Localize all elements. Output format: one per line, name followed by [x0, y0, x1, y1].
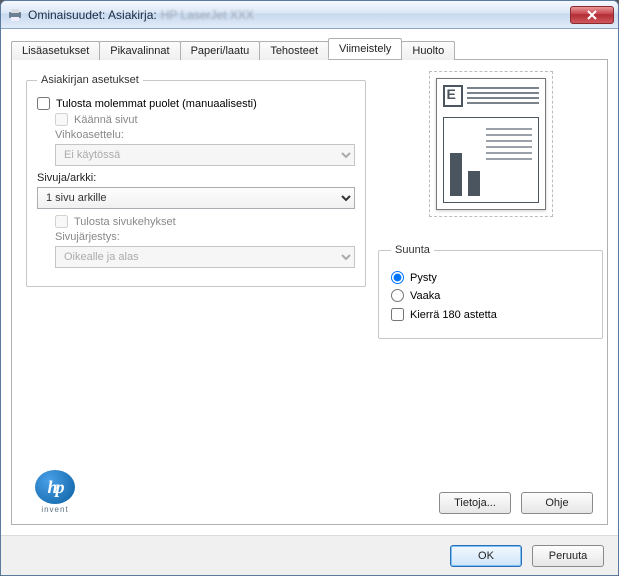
- orientation-portrait-row[interactable]: Pysty: [391, 271, 590, 284]
- rotate-180-label: Kierrä 180 astetta: [410, 309, 497, 321]
- dialog-window: Ominaisuudet: Asiakirja: HP LaserJet XXX…: [0, 0, 619, 576]
- preview-logo-icon: E: [443, 85, 463, 107]
- booklet-layout-label: Vihkoasettelu:: [55, 129, 355, 141]
- tab-lisaasetukset[interactable]: Lisäasetukset: [11, 41, 100, 60]
- print-both-sides-label: Tulosta molemmat puolet (manuaalisesti): [56, 98, 257, 110]
- orientation-group: Suunta Pysty Vaaka Kierrä 180 astetta: [378, 244, 603, 339]
- tab-pikavalinnat[interactable]: Pikavalinnat: [99, 41, 180, 60]
- tab-panel-viimeistely: Asiakirjan asetukset Tulosta molemmat pu…: [11, 59, 608, 525]
- document-settings-group: Asiakirjan asetukset Tulosta molemmat pu…: [26, 74, 366, 287]
- hp-invent-text: invent: [41, 505, 68, 514]
- orientation-legend: Suunta: [391, 244, 434, 256]
- page-preview: E: [436, 78, 546, 210]
- tab-paperi-laatu[interactable]: Paperi/laatu: [180, 41, 261, 60]
- rotate-180-checkbox[interactable]: [391, 308, 404, 321]
- print-page-borders-checkbox: [55, 215, 68, 228]
- print-page-borders-row: Tulosta sivukehykset: [55, 215, 355, 228]
- print-both-sides-row[interactable]: Tulosta molemmat puolet (manuaalisesti): [37, 97, 355, 110]
- printer-icon: [7, 7, 23, 23]
- orientation-landscape-label: Vaaka: [410, 290, 440, 302]
- hp-logo: hp invent: [26, 470, 84, 514]
- booklet-layout-select: Ei käytössä: [55, 144, 355, 166]
- flip-pages-label: Käännä sivut: [74, 114, 138, 126]
- print-page-borders-label: Tulosta sivukehykset: [74, 216, 176, 228]
- orientation-portrait-radio[interactable]: [391, 271, 404, 284]
- print-both-sides-checkbox[interactable]: [37, 97, 50, 110]
- window-title: Ominaisuudet: Asiakirja:: [28, 8, 157, 22]
- pages-per-sheet-select[interactable]: 1 sivu arkille: [37, 187, 355, 209]
- rotate-180-row[interactable]: Kierrä 180 astetta: [391, 308, 590, 321]
- preview-head-lines: [467, 85, 539, 111]
- about-button[interactable]: Tietoja...: [439, 492, 511, 514]
- help-button[interactable]: Ohje: [521, 492, 593, 514]
- client-area: Lisäasetukset Pikavalinnat Paperi/laatu …: [1, 29, 618, 535]
- ok-button[interactable]: OK: [450, 545, 522, 567]
- preview-body: [443, 117, 539, 203]
- page-order-select: Oikealle ja alas: [55, 246, 355, 268]
- pages-per-sheet-label: Sivuja/arkki:: [37, 172, 355, 184]
- orientation-portrait-label: Pysty: [410, 272, 437, 284]
- tab-viimeistely[interactable]: Viimeistely: [328, 38, 402, 59]
- window-title-printer: HP LaserJet XXX: [161, 8, 570, 22]
- dialog-footer: OK Peruuta: [1, 535, 618, 575]
- hp-logo-icon: hp: [35, 470, 75, 504]
- titlebar: Ominaisuudet: Asiakirja: HP LaserJet XXX: [1, 1, 618, 29]
- page-order-label: Sivujärjestys:: [55, 231, 355, 243]
- flip-pages-row: Käännä sivut: [55, 113, 355, 126]
- close-button[interactable]: [570, 6, 614, 24]
- tab-huolto[interactable]: Huolto: [401, 41, 455, 60]
- document-settings-legend: Asiakirjan asetukset: [37, 74, 143, 86]
- orientation-landscape-row[interactable]: Vaaka: [391, 289, 590, 302]
- orientation-landscape-radio[interactable]: [391, 289, 404, 302]
- tab-tehosteet[interactable]: Tehosteet: [259, 41, 329, 60]
- tab-strip: Lisäasetukset Pikavalinnat Paperi/laatu …: [11, 37, 608, 59]
- flip-pages-checkbox: [55, 113, 68, 126]
- cancel-button[interactable]: Peruuta: [532, 545, 604, 567]
